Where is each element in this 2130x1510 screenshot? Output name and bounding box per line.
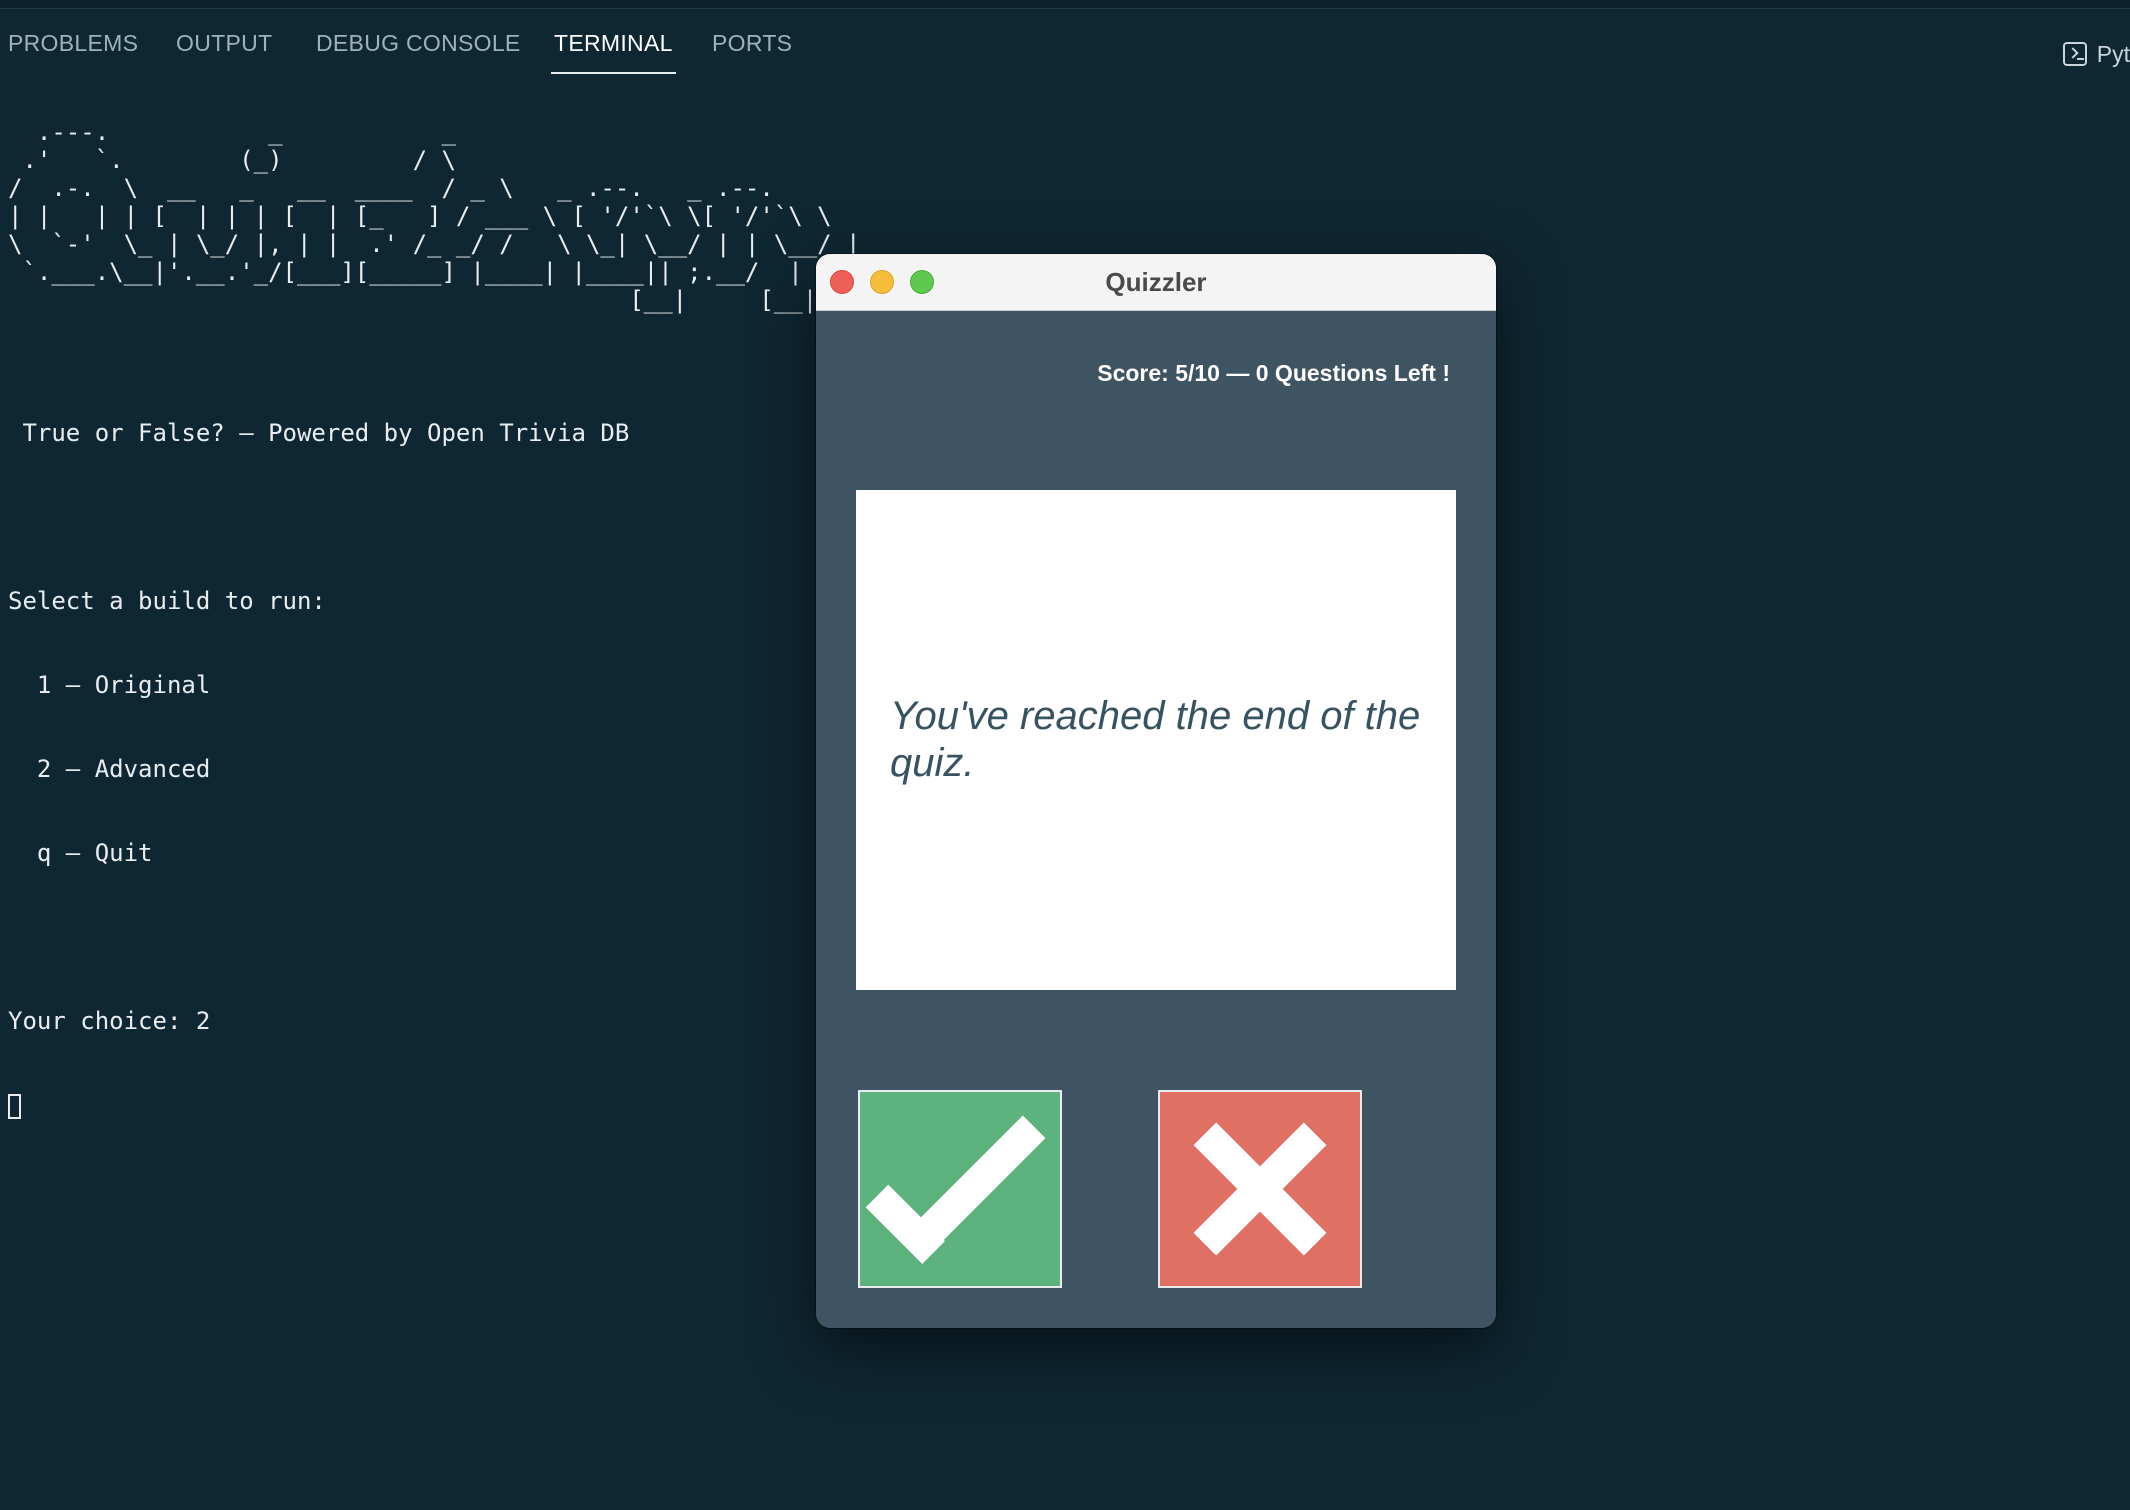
quizzler-window: Quizzler Score: 5/10 — 0 Questions Left … — [816, 254, 1496, 1328]
window-titlebar[interactable]: Quizzler — [816, 254, 1496, 311]
check-icon — [865, 1115, 1046, 1264]
terminal-prompt-header: Select a build to run: — [8, 587, 326, 615]
question-text: You've reached the end of the quiz. — [890, 694, 1421, 785]
tab-ports[interactable]: PORTS — [712, 30, 792, 70]
question-card: You've reached the end of the quiz. — [856, 490, 1456, 990]
tab-output[interactable]: OUTPUT — [176, 30, 272, 70]
terminal-output[interactable]: True or False? — Powered by Open Trivia … — [8, 363, 629, 1147]
terminal-selector[interactable]: Pyt — [2062, 36, 2130, 72]
panel-tab-bar: PROBLEMS OUTPUT DEBUG CONSOLE TERMINAL P… — [0, 8, 2130, 80]
terminal-choice: Your choice: 2 — [8, 1007, 211, 1035]
x-icon — [1190, 1119, 1330, 1259]
terminal-subtitle: True or False? — Powered by Open Trivia … — [8, 419, 630, 447]
terminal-option: q — Quit — [8, 839, 153, 867]
terminal-kind-label: Pyt — [2096, 40, 2130, 67]
tab-problems[interactable]: PROBLEMS — [8, 30, 138, 70]
false-button[interactable] — [1158, 1090, 1362, 1288]
score-label: Score: 5/10 — 0 Questions Left ! — [1097, 360, 1450, 386]
tab-terminal[interactable]: TERMINAL — [551, 30, 676, 74]
terminal-option: 1 — Original — [8, 671, 211, 699]
terminal-cursor — [8, 1093, 21, 1119]
terminal-option: 2 — Advanced — [8, 755, 211, 783]
window-title: Quizzler — [1105, 267, 1207, 297]
ascii-banner: .---. _ _ .' `. (_) / \ / .-. \ __ _ __ … — [8, 118, 889, 314]
tab-debug-console[interactable]: DEBUG CONSOLE — [316, 30, 521, 70]
true-button[interactable] — [858, 1090, 1062, 1288]
terminal-icon — [2062, 42, 2087, 66]
terminal-cursor-line — [8, 1091, 629, 1119]
